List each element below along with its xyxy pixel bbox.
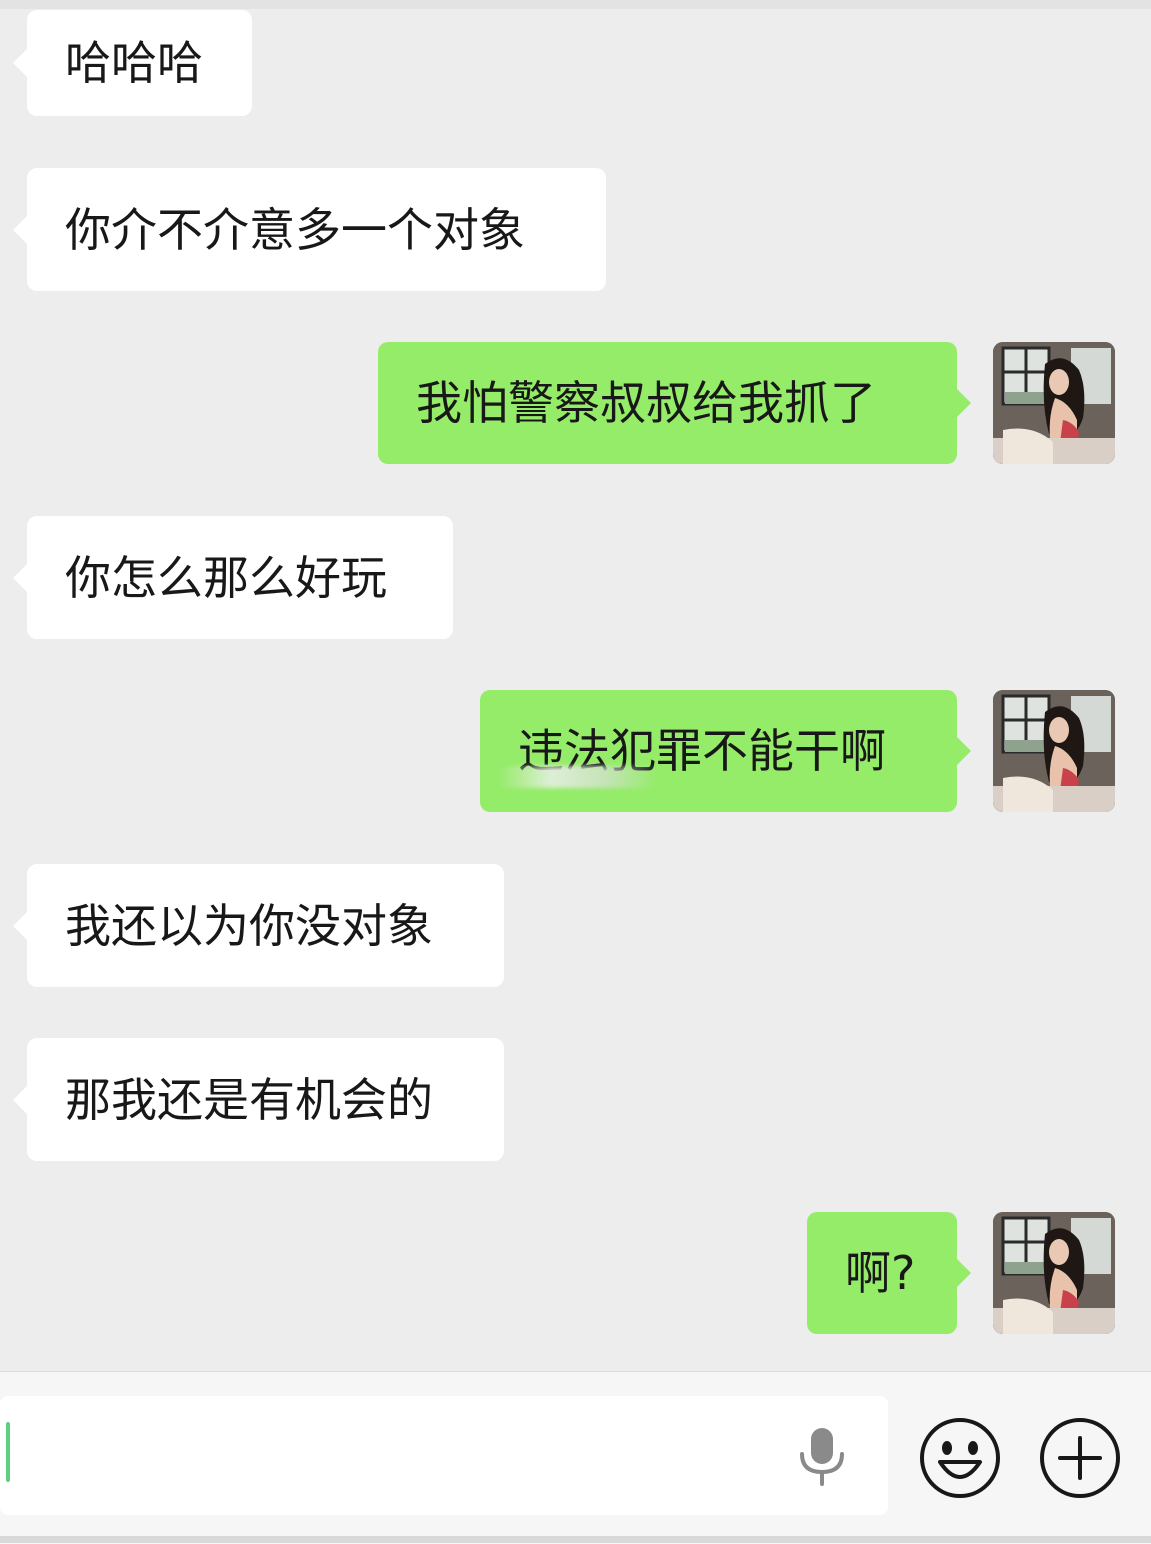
message-text: 我还以为你没对象 <box>65 898 433 953</box>
message-bubble-outgoing[interactable]: 啊? <box>807 1212 971 1334</box>
bottom-divider <box>0 1536 1151 1543</box>
more-options-button[interactable] <box>1038 1416 1122 1500</box>
message-bubble-incoming[interactable]: 我还以为你没对象 <box>13 864 504 987</box>
redaction-smudge <box>498 766 658 788</box>
chat-message-list[interactable]: 哈哈哈 你介不介意多一个对象 我怕警察叔叔给我抓了 你怎么那么好玩 违法犯罪不能… <box>0 0 1151 1370</box>
message-bubble-outgoing[interactable]: 我怕警察叔叔给我抓了 <box>378 342 971 464</box>
message-bubble-outgoing[interactable]: 违法犯罪不能干啊 <box>480 690 971 812</box>
message-text: 哈哈哈 <box>65 36 203 90</box>
message-bubble-incoming[interactable]: 那我还是有机会的 <box>13 1038 504 1161</box>
emoji-button[interactable] <box>918 1416 1002 1500</box>
message-text: 你介不介意多一个对象 <box>65 202 525 257</box>
user-avatar[interactable] <box>993 342 1115 464</box>
smiley-face-icon <box>920 1418 1000 1498</box>
user-avatar[interactable] <box>993 690 1115 812</box>
message-text: 你怎么那么好玩 <box>65 550 387 605</box>
message-input-bar <box>0 1371 1151 1544</box>
user-avatar[interactable] <box>993 1212 1115 1334</box>
message-text: 那我还是有机会的 <box>65 1072 433 1127</box>
message-text: 我怕警察叔叔给我抓了 <box>416 376 876 430</box>
plus-circle-icon <box>1040 1418 1120 1498</box>
message-text: 啊? <box>845 1246 916 1300</box>
message-bubble-incoming[interactable]: 你介不介意多一个对象 <box>13 168 606 291</box>
avatar-photo-icon <box>993 690 1115 812</box>
message-input[interactable] <box>0 1396 888 1515</box>
avatar-photo-icon <box>993 342 1115 464</box>
message-bubble-incoming[interactable]: 你怎么那么好玩 <box>13 516 453 639</box>
text-caret <box>6 1422 10 1482</box>
microphone-icon[interactable] <box>796 1426 848 1488</box>
message-bubble-incoming[interactable]: 哈哈哈 <box>13 10 252 116</box>
avatar-photo-icon <box>993 1212 1115 1334</box>
